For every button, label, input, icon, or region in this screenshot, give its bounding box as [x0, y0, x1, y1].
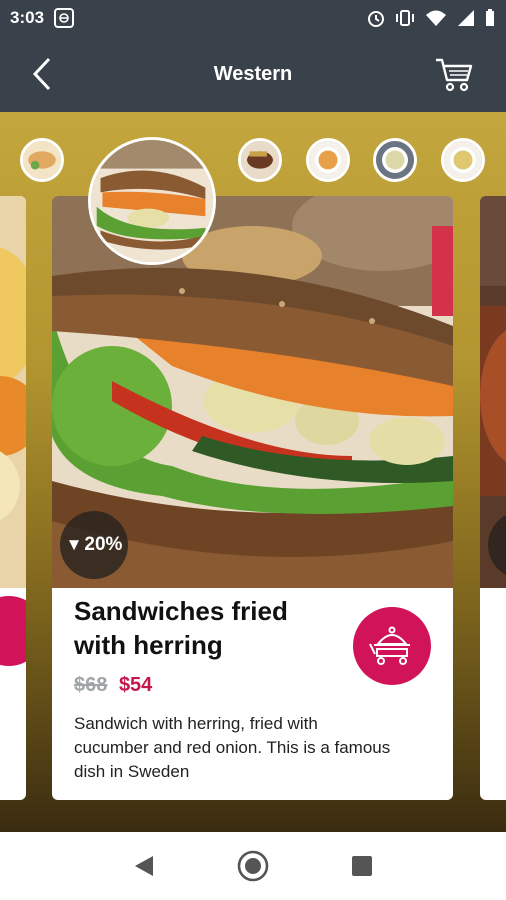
down-triangle-icon: ▼	[65, 535, 83, 554]
dish-title: Sandwiches fried with herring	[74, 596, 288, 660]
nav-back-button[interactable]	[122, 844, 166, 888]
status-icons	[366, 8, 496, 28]
system-nav-bar	[0, 832, 506, 900]
wifi-icon	[426, 10, 446, 26]
status-time: 3:03	[10, 8, 45, 27]
price-row: $68 $54	[74, 674, 152, 697]
alarm-icon	[368, 11, 384, 27]
category-thumb-sandwich[interactable]	[88, 137, 216, 265]
previous-card-image	[0, 196, 26, 588]
category-thumb-potato-soup[interactable]	[441, 138, 485, 182]
curry-soup-image	[309, 141, 347, 179]
category-carousel-area: ▼ 20% Sandwiches fried with herring $68 …	[0, 112, 506, 832]
cart-button[interactable]	[432, 52, 476, 96]
nav-home-icon	[237, 850, 269, 882]
status-bar: 3:03	[0, 0, 506, 36]
discount-value: 20%	[84, 534, 123, 555]
steak-image	[241, 141, 279, 179]
old-price: $68	[74, 674, 108, 696]
app-bar: Western	[0, 36, 506, 112]
app-icon	[54, 8, 75, 28]
discount-badge: ▼ 20%	[60, 511, 128, 579]
next-card[interactable]	[480, 196, 506, 800]
page-title: Western	[213, 62, 293, 85]
food-cart-icon	[369, 626, 410, 665]
back-button[interactable]	[22, 54, 62, 94]
potato-soup-image	[444, 141, 482, 179]
vibrate-icon	[396, 10, 414, 26]
dish-card[interactable]: ▼ 20% Sandwiches fried with herring $68 …	[52, 196, 453, 800]
nav-recents-button[interactable]	[340, 844, 384, 888]
sandwich-thumb-image	[91, 140, 213, 262]
battery-icon	[486, 9, 494, 26]
category-thumb-curry-soup[interactable]	[306, 138, 350, 182]
add-to-order-button[interactable]	[353, 607, 431, 685]
nav-back-icon	[135, 856, 154, 876]
category-thumb-steak[interactable]	[238, 138, 282, 182]
cart-icon	[436, 58, 473, 92]
previous-card-order-button[interactable]	[0, 596, 26, 666]
nav-home-button[interactable]	[231, 844, 275, 888]
previous-card[interactable]	[0, 196, 26, 800]
new-price: $54	[118, 674, 153, 696]
nav-recents-icon	[351, 856, 372, 876]
chevron-left-icon	[32, 57, 51, 91]
cream-soup-image	[376, 141, 414, 179]
category-thumb-cream-soup[interactable]	[373, 138, 417, 182]
dish-description: Sandwich with herring, fried with cucumb…	[74, 714, 391, 781]
category-thumb-wrap-dish[interactable]	[20, 138, 64, 182]
signal-icon	[458, 10, 474, 26]
wrap-dish-image	[23, 141, 61, 179]
